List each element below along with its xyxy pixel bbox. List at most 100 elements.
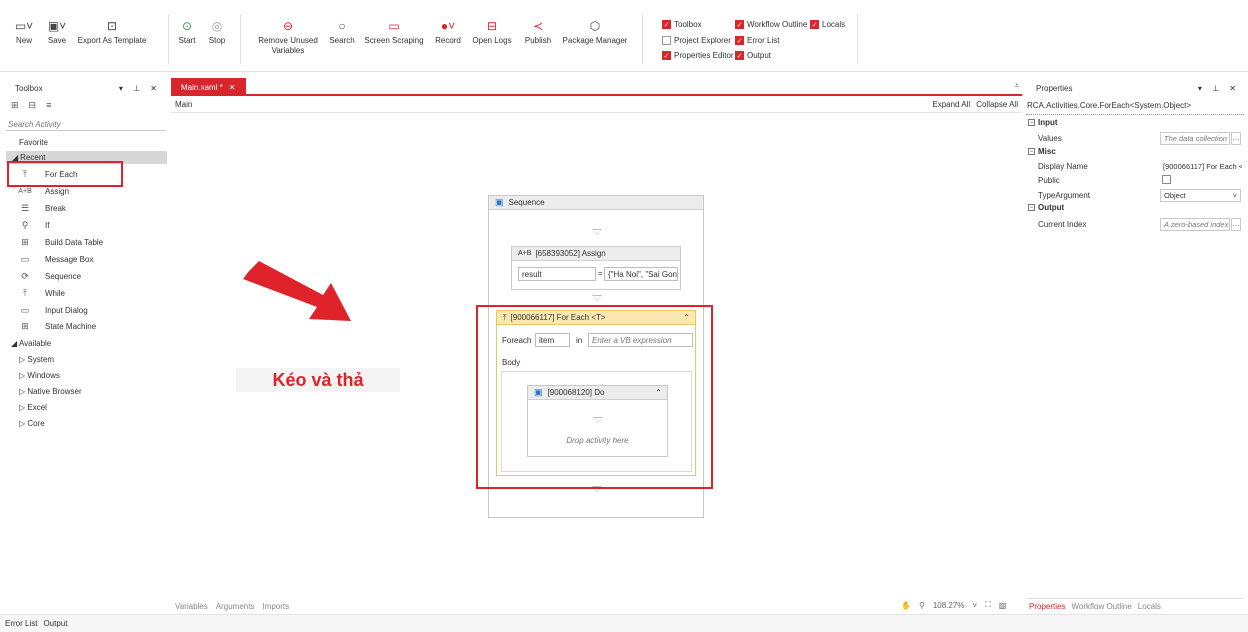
drop-target-icon[interactable]: [592, 229, 602, 235]
tab-error-list[interactable]: Error List: [5, 619, 37, 628]
pan-icon[interactable]: ✋: [901, 601, 911, 610]
zoom-dropdown-icon[interactable]: ˅: [972, 601, 977, 610]
current-index-ellipsis-button[interactable]: …: [1231, 217, 1241, 231]
expand-all-link[interactable]: Expand All: [932, 100, 970, 109]
toolbox-category-excel[interactable]: ▷ Excel: [19, 403, 47, 412]
overview-icon[interactable]: ▨: [999, 601, 1007, 610]
designer-canvas[interactable]: Kéo và thả ▣ Sequence A+B [658393052] As…: [171, 112, 1022, 601]
checkbox-checked-icon: ✓: [810, 20, 819, 29]
toolbox-item-if[interactable]: ⚲ If: [17, 218, 50, 232]
record-icon: ●˅: [440, 19, 456, 33]
values-ellipsis-button[interactable]: …: [1231, 131, 1241, 145]
tab-list-icon[interactable]: ⩡: [1014, 81, 1019, 91]
assign-header[interactable]: A+B [658393052] Assign: [512, 247, 680, 261]
remove-variables-icon: ⊖: [282, 19, 294, 33]
toolbox-item-input-dialog[interactable]: ▭ Input Dialog: [17, 303, 88, 317]
assign-value-input[interactable]: {"Ha Noi", "Sai Gon"}: [604, 267, 678, 281]
state-machine-icon: ⊞: [21, 320, 29, 331]
ribbon-separator: [857, 14, 858, 64]
tab-locals[interactable]: Locals: [1138, 602, 1161, 611]
section-input[interactable]: − Input: [1028, 118, 1058, 127]
open-logs-button[interactable]: ⊟ Open Logs: [472, 16, 512, 46]
tab-arguments[interactable]: Arguments: [216, 602, 255, 611]
toolbox-item-state-machine[interactable]: ⊞ State Machine: [17, 319, 96, 333]
zoom-level[interactable]: 108.27%: [933, 601, 965, 610]
toolbox-item-while[interactable]: ⤒ While: [17, 286, 65, 300]
toolbox-item-sequence[interactable]: ⟳ Sequence: [17, 269, 81, 283]
property-public: Public: [1026, 173, 1244, 187]
display-name-input[interactable]: [900066117] For Each <: [1160, 160, 1242, 173]
checkbox-error-list[interactable]: ✓ Error List: [735, 36, 779, 45]
message-box-icon: ▭: [20, 253, 30, 264]
search-activity-input[interactable]: [6, 118, 166, 131]
new-button[interactable]: ▭˅ New: [10, 16, 38, 46]
assign-activity[interactable]: A+B [658393052] Assign result = {"Ha Noi…: [511, 246, 681, 290]
section-misc[interactable]: − Misc: [1028, 147, 1056, 156]
toolbox-favorite[interactable]: Favorite: [19, 138, 48, 147]
toolbox-category-system[interactable]: ▷ System: [19, 355, 54, 364]
toolbox-category-available[interactable]: ◢ Available: [11, 339, 51, 348]
toolbox-item-break[interactable]: ☰ Break: [17, 201, 66, 215]
fit-to-screen-icon[interactable]: ⛶: [985, 600, 991, 610]
highlight-box: [476, 305, 713, 489]
checkbox-properties-editor[interactable]: ✓ Properties Editor: [662, 51, 734, 60]
save-icon: ▣˅: [47, 19, 67, 33]
search-icon: ○: [338, 19, 346, 33]
publish-button[interactable]: ≺ Publish: [522, 16, 554, 46]
tab-workflow-outline[interactable]: Workflow Outline: [1071, 602, 1131, 611]
drop-target-icon[interactable]: [592, 295, 602, 301]
collapse-all-link[interactable]: Collapse All: [976, 100, 1018, 109]
tab-main-xaml[interactable]: Main.xaml * ✕: [171, 78, 246, 96]
checkbox-locals[interactable]: ✓ Locals: [810, 20, 845, 29]
tab-imports[interactable]: Imports: [262, 602, 289, 611]
assign-icon: A+B: [18, 187, 32, 195]
zoom-icon[interactable]: ⚲: [919, 601, 925, 610]
export-as-template-button[interactable]: ⊡ Export As Template: [76, 16, 148, 46]
collapsed-arrow-icon: ▷: [19, 371, 26, 380]
checkbox-checked-icon: ✓: [662, 20, 671, 29]
new-file-icon: ▭˅: [14, 19, 34, 33]
checkbox-toolbox[interactable]: ✓ Toolbox: [662, 20, 702, 29]
tab-properties[interactable]: Properties: [1029, 602, 1065, 611]
collapse-section-icon: −: [1028, 119, 1035, 126]
expand-all-icon[interactable]: ⊞: [11, 100, 19, 111]
collapse-all-icon[interactable]: ⊟: [29, 100, 37, 111]
public-checkbox[interactable]: [1162, 175, 1171, 184]
tab-variables[interactable]: Variables: [175, 602, 208, 611]
checkbox-project-explorer[interactable]: Project Explorer: [662, 36, 731, 45]
search-button[interactable]: ○ Search: [328, 16, 356, 46]
section-output[interactable]: − Output: [1028, 203, 1064, 212]
toolbox-item-assign[interactable]: A+B Assign: [17, 184, 69, 198]
type-argument-select[interactable]: Object ˅: [1160, 188, 1241, 202]
toolbox-item-message-box[interactable]: ▭ Message Box: [17, 252, 94, 266]
save-button[interactable]: ▣˅ Save: [44, 16, 70, 46]
collapsed-arrow-icon: ▷: [19, 419, 26, 428]
assign-equals: =: [598, 269, 603, 278]
toolbox-category-windows[interactable]: ▷ Windows: [19, 371, 60, 380]
start-button[interactable]: ⊙ Start: [176, 16, 198, 46]
checkbox-checked-icon: ✓: [735, 20, 744, 29]
properties-type-name: RCA.Activities.Core.ForEach<System.Objec…: [1027, 101, 1192, 110]
package-manager-button[interactable]: ⬡ Package Manager: [562, 16, 628, 46]
toolbox-category-core[interactable]: ▷ Core: [19, 419, 45, 428]
package-icon: ⬡: [589, 19, 601, 33]
values-input[interactable]: The data collection: [1160, 131, 1230, 145]
sequence-header[interactable]: ▣ Sequence: [489, 196, 703, 210]
assign-to-input[interactable]: result: [518, 267, 596, 281]
list-view-icon[interactable]: ≡: [46, 100, 51, 111]
close-tab-icon[interactable]: ✕: [229, 83, 236, 92]
tab-output[interactable]: Output: [43, 619, 67, 628]
stop-button[interactable]: ◎ Stop: [206, 16, 228, 46]
toolbox-category-native-browser[interactable]: ▷ Native Browser: [19, 387, 82, 396]
panel-controls-icon[interactable]: ▾ ⊥ ✕: [119, 84, 161, 93]
current-index-input[interactable]: A zero-based index: [1160, 217, 1230, 231]
record-button[interactable]: ●˅ Record: [432, 16, 464, 46]
screen-scraping-button[interactable]: ▭ Screen Scraping: [364, 16, 424, 46]
breadcrumb[interactable]: Main: [175, 100, 192, 109]
remove-unused-variables-button[interactable]: ⊖ Remove Unused Variables: [256, 16, 320, 56]
stop-icon: ◎: [211, 19, 223, 33]
checkbox-output[interactable]: ✓ Output: [735, 51, 771, 60]
panel-controls-icon[interactable]: ▾ ⊥ ✕: [1198, 84, 1240, 93]
checkbox-workflow-outline[interactable]: ✓ Workflow Outline: [735, 20, 807, 29]
toolbox-item-build-data-table[interactable]: ⊞ Build Data Table: [17, 235, 103, 249]
